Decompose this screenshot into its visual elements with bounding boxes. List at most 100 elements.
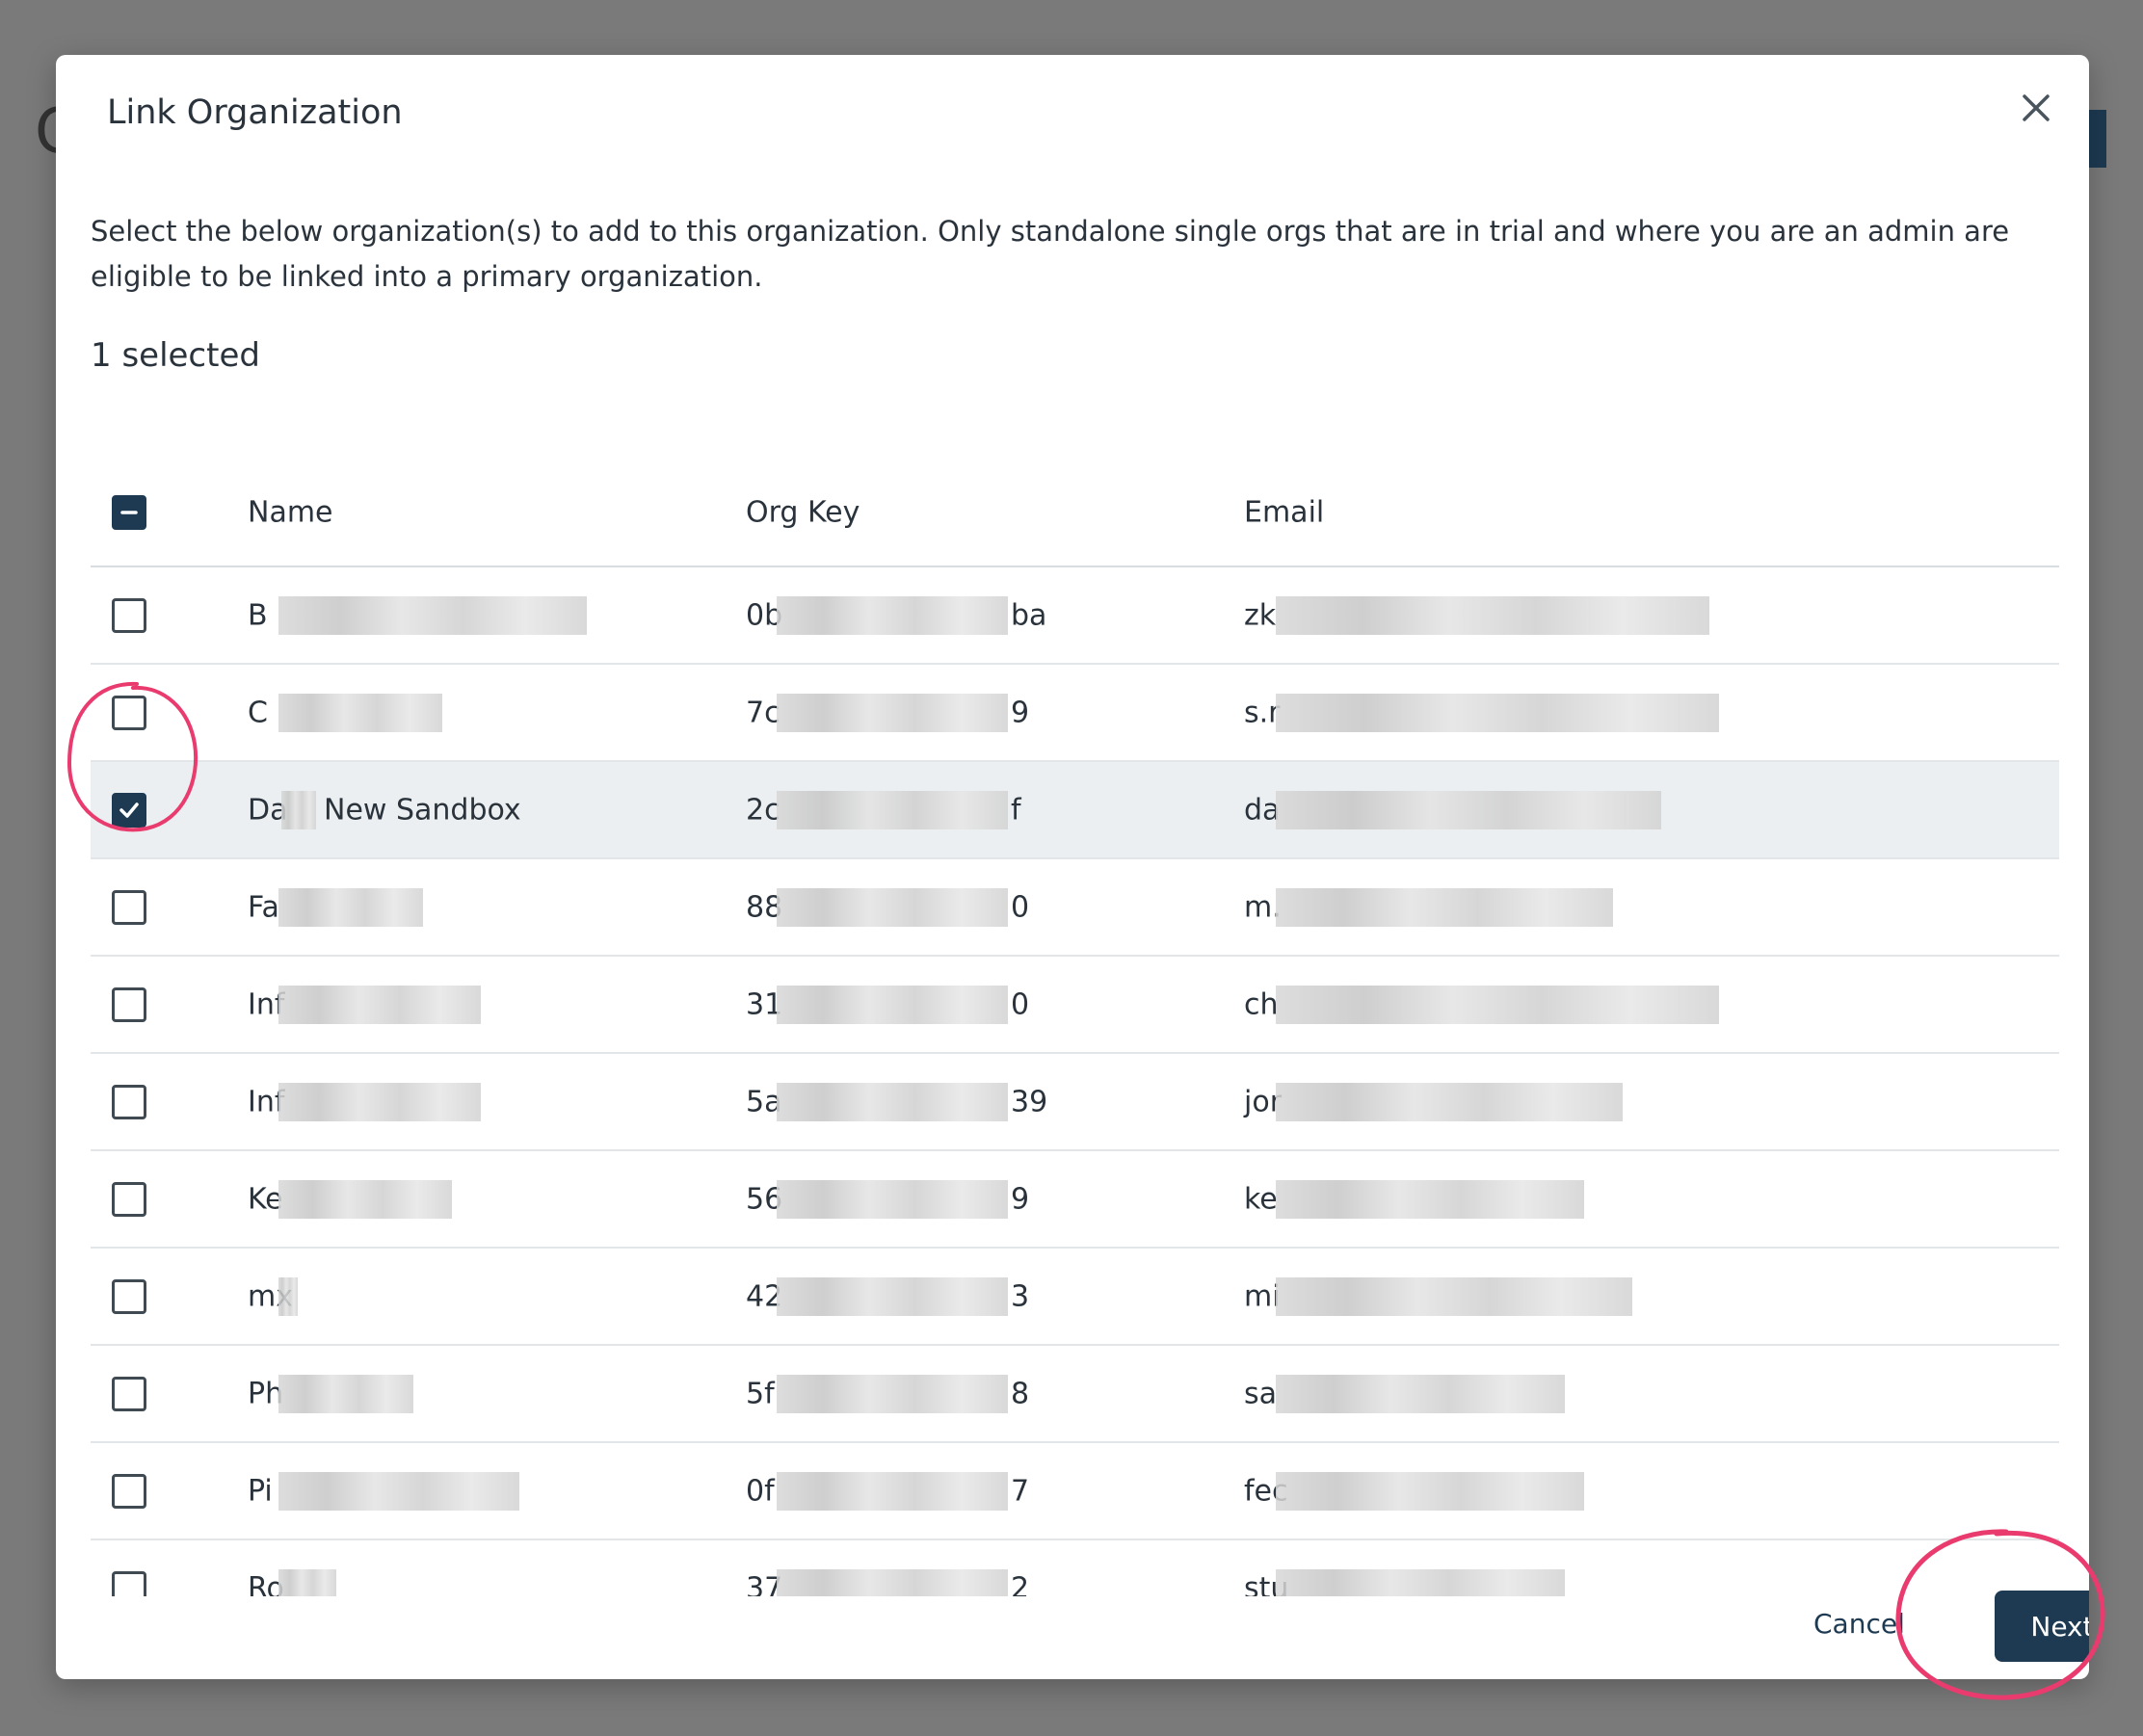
- cell-org-key-end: 39: [1011, 1085, 1048, 1118]
- table-row[interactable]: Ro 37 2 stu: [91, 1540, 2059, 1596]
- cell-email: ch: [1244, 987, 1279, 1021]
- cell-org-key-start: 5f: [746, 1377, 775, 1410]
- background-button-edge: [2089, 110, 2106, 168]
- table-row[interactable]: Pi 0f 7 fec: [91, 1443, 2059, 1540]
- link-organization-dialog: Link Organization Select the below organ…: [56, 55, 2089, 1679]
- cancel-button[interactable]: Cancel: [1813, 1608, 1905, 1640]
- redacted-name: [278, 693, 442, 732]
- table-row[interactable]: B 0b ba zk: [91, 567, 2059, 665]
- cell-name: Pi: [248, 1474, 273, 1508]
- cell-org-key-end: ba: [1011, 598, 1047, 632]
- redacted-email: [1276, 1471, 1584, 1511]
- redacted-email: [1276, 1082, 1623, 1121]
- dialog-title: Link Organization: [107, 93, 403, 132]
- redacted-name: [278, 1471, 519, 1511]
- row-checkbox[interactable]: [112, 1376, 146, 1411]
- cell-org-key-end: 9: [1011, 1182, 1030, 1216]
- redacted-email: [1276, 693, 1719, 732]
- redacted-org-key: [777, 1374, 1008, 1413]
- table-row[interactable]: mx 42 3 mi: [91, 1249, 2059, 1346]
- table-row[interactable]: Ke 56 9 ke: [91, 1151, 2059, 1249]
- redacted-name: [278, 887, 423, 927]
- redacted-email: [1276, 1179, 1584, 1219]
- redacted-org-key: [777, 790, 1008, 829]
- cell-org-key-end: 0: [1011, 890, 1030, 924]
- cell-org-key-end: f: [1011, 793, 1021, 827]
- redacted-email: [1276, 1276, 1632, 1316]
- row-checkbox[interactable]: [112, 1278, 146, 1314]
- check-icon: [119, 802, 139, 818]
- cell-email: zk: [1244, 598, 1277, 632]
- row-checkbox[interactable]: [112, 1084, 146, 1119]
- row-checkbox[interactable]: [112, 986, 146, 1022]
- cell-name-rest: New Sandbox: [324, 793, 521, 827]
- row-checkbox[interactable]: [112, 597, 146, 633]
- cell-email: mi: [1244, 1279, 1281, 1313]
- redacted-name: [278, 1568, 336, 1596]
- redacted-name: [278, 1374, 413, 1413]
- redacted-email: [1276, 595, 1709, 635]
- row-checkbox[interactable]: [112, 889, 146, 925]
- cell-email: ke: [1244, 1182, 1278, 1216]
- selected-count: 1 selected: [91, 336, 260, 375]
- redacted-name: [278, 595, 587, 635]
- cell-org-key-end: 8: [1011, 1377, 1030, 1410]
- table-row[interactable]: Inf 5a 39 jor: [91, 1054, 2059, 1151]
- table-header: Name Org Key Email: [91, 460, 2059, 567]
- redacted-org-key: [777, 693, 1008, 732]
- redacted-org-key: [777, 1082, 1008, 1121]
- table-row[interactable]: Da New Sandbox 2c f da: [91, 762, 2059, 859]
- table-body: B 0b ba zk C 7c 9 s.r Da New Sandbox 2c f da Fa 88 0 m. I…: [91, 567, 2059, 1596]
- cell-name: Fa: [248, 890, 279, 924]
- cell-name: B: [248, 598, 268, 632]
- redacted-email: [1276, 790, 1661, 829]
- cell-org-key-start: 2c: [746, 793, 780, 827]
- next-button[interactable]: Next: [1995, 1591, 2089, 1662]
- cell-org-key-end: 9: [1011, 696, 1030, 729]
- redacted-org-key: [777, 1276, 1008, 1316]
- redacted-org-key: [777, 595, 1008, 635]
- close-button[interactable]: [2012, 84, 2060, 132]
- row-checkbox[interactable]: [112, 1181, 146, 1217]
- redacted-email: [1276, 887, 1613, 927]
- cell-org-key-end: 0: [1011, 987, 1030, 1021]
- redacted-org-key: [777, 1568, 1008, 1596]
- header-org-key[interactable]: Org Key: [746, 496, 860, 530]
- cell-email: s.r: [1244, 696, 1281, 729]
- organizations-table: Name Org Key Email B 0b ba zk C 7c 9 s.r Da New S…: [91, 460, 2059, 1596]
- minus-icon: [120, 511, 138, 514]
- cell-org-key-end: 3: [1011, 1279, 1030, 1313]
- redacted-name: [281, 790, 316, 829]
- redacted-org-key: [777, 887, 1008, 927]
- cell-org-key-start: 0f: [746, 1474, 775, 1508]
- cell-org-key-end: 7: [1011, 1474, 1030, 1508]
- select-all-checkbox[interactable]: [112, 495, 146, 530]
- row-checkbox[interactable]: [112, 1570, 146, 1596]
- redacted-name: [278, 1082, 481, 1121]
- row-checkbox[interactable]: [112, 1473, 146, 1509]
- redacted-name: [278, 1179, 452, 1219]
- table-row[interactable]: Inf 31 0 ch: [91, 957, 2059, 1054]
- redacted-email: [1276, 985, 1719, 1024]
- redacted-name: [278, 1276, 298, 1316]
- header-email[interactable]: Email: [1244, 496, 1324, 530]
- close-icon: [2023, 94, 2050, 121]
- cell-org-key-start: 7c: [746, 696, 780, 729]
- header-name[interactable]: Name: [248, 496, 333, 530]
- dialog-description: Select the below organization(s) to add …: [91, 215, 2010, 293]
- row-checkbox[interactable]: [112, 695, 146, 730]
- redacted-email: [1276, 1568, 1565, 1596]
- redacted-org-key: [777, 985, 1008, 1024]
- table-row[interactable]: Fa 88 0 m.: [91, 859, 2059, 957]
- table-row[interactable]: Ph 5f 8 sa: [91, 1346, 2059, 1443]
- cell-email: sa: [1244, 1377, 1278, 1410]
- table-row[interactable]: C 7c 9 s.r: [91, 665, 2059, 762]
- cell-org-key-end: 2: [1011, 1571, 1030, 1596]
- redacted-email: [1276, 1374, 1565, 1413]
- redacted-org-key: [777, 1179, 1008, 1219]
- redacted-org-key: [777, 1471, 1008, 1511]
- cell-name: C: [248, 696, 268, 729]
- row-checkbox[interactable]: [112, 792, 146, 828]
- cell-email: da: [1244, 793, 1281, 827]
- redacted-name: [278, 985, 481, 1024]
